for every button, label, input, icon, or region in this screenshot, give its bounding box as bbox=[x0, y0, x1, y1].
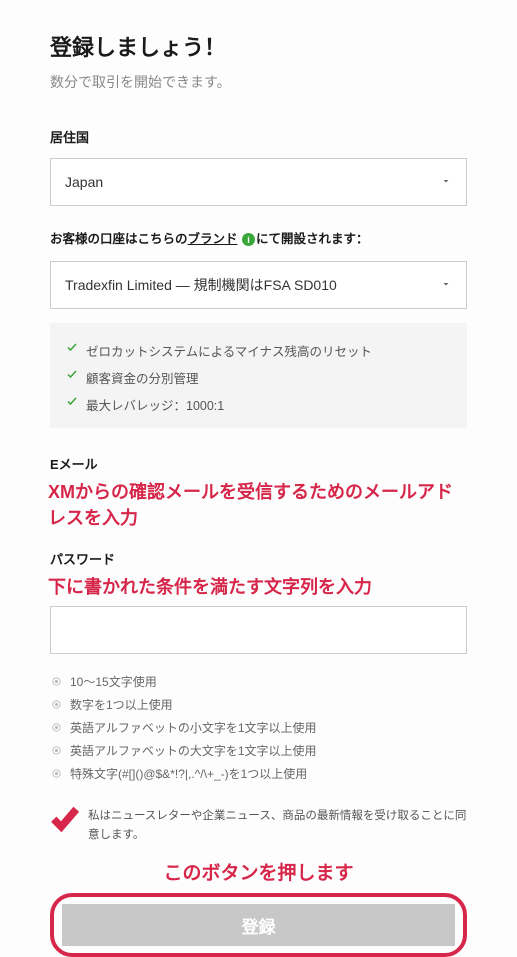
cta-annotation: このボタンを押します bbox=[50, 858, 467, 885]
feature-item: ゼロカットシステムによるマイナス残高のリセット bbox=[66, 337, 451, 364]
brand-value: Tradexfin Limited — 規制機関はFSA SD010 bbox=[65, 275, 337, 295]
password-rules: 10～15文字使用 数字を1つ以上使用 英語アルファベットの小文字を1文字以上使… bbox=[50, 670, 467, 785]
brand-select[interactable]: Tradexfin Limited — 規制機関はFSA SD010 bbox=[50, 261, 467, 309]
brand-label-post: にて開設されます： bbox=[256, 232, 369, 246]
page-subtitle: 数分で取引を開始できます。 bbox=[50, 72, 467, 92]
rule-text: 英語アルファベットの大文字を1文字以上使用 bbox=[70, 742, 317, 759]
consent-text: 私はニュースレターや企業ニュース、商品の最新情報を受け取ることに同意します。 bbox=[88, 807, 467, 844]
rule-text: 10～15文字使用 bbox=[70, 673, 157, 690]
rule-text: 数字を1つ以上使用 bbox=[70, 696, 173, 713]
password-rule: 10～15文字使用 bbox=[50, 670, 467, 693]
consent-row: 私はニュースレターや企業ニュース、商品の最新情報を受け取ることに同意します。 bbox=[50, 807, 467, 844]
cta-highlight: 登録 bbox=[50, 893, 467, 957]
brand-label: お客様の口座はこちらのブランド iにて開設されます： bbox=[50, 228, 467, 247]
check-icon bbox=[66, 395, 78, 410]
country-field: 居住国 Japan bbox=[50, 127, 467, 206]
circle-icon bbox=[50, 676, 62, 688]
password-rule: 英語アルファベットの大文字を1文字以上使用 bbox=[50, 739, 467, 762]
page-title: 登録しましょう！ bbox=[50, 30, 467, 62]
country-label: 居住国 bbox=[50, 127, 467, 146]
brand-field: お客様の口座はこちらのブランド iにて開設されます： Tradexfin Lim… bbox=[50, 228, 467, 428]
register-button-label: 登録 bbox=[242, 913, 276, 938]
email-label: Eメール bbox=[50, 454, 467, 473]
country-select[interactable]: Japan bbox=[50, 158, 467, 206]
register-button[interactable]: 登録 bbox=[62, 904, 455, 946]
email-annotation: XMからの確認メールを受信するためのメールアドレスを入力 bbox=[48, 479, 467, 531]
circle-icon bbox=[50, 768, 62, 780]
feature-text: 最大レバレッジ：1000:1 bbox=[86, 395, 224, 414]
chevron-down-icon bbox=[440, 174, 452, 190]
feature-text: ゼロカットシステムによるマイナス残高のリセット bbox=[86, 341, 372, 360]
country-value: Japan bbox=[65, 174, 103, 190]
check-icon bbox=[66, 341, 78, 356]
info-icon[interactable]: i bbox=[242, 233, 255, 246]
rule-text: 特殊文字(#[]()@$&*!?|,.^/\+_-)を1つ以上使用 bbox=[70, 765, 307, 782]
chevron-down-icon bbox=[440, 277, 452, 293]
password-rule: 数字を1つ以上使用 bbox=[50, 693, 467, 716]
check-icon bbox=[66, 368, 78, 383]
password-label: パスワード bbox=[50, 549, 467, 568]
brand-link[interactable]: ブランド bbox=[188, 232, 238, 246]
password-rule: 特殊文字(#[]()@$&*!?|,.^/\+_-)を1つ以上使用 bbox=[50, 762, 467, 785]
feature-list: ゼロカットシステムによるマイナス残高のリセット 顧客資金の分別管理 最大レバレッ… bbox=[50, 323, 467, 428]
rule-text: 英語アルファベットの小文字を1文字以上使用 bbox=[70, 719, 317, 736]
brand-label-pre: お客様の口座はこちらの bbox=[50, 232, 188, 246]
password-annotation: 下に書かれた条件を満たす文字列を入力 bbox=[48, 574, 467, 600]
circle-icon bbox=[50, 722, 62, 734]
password-field: パスワード 下に書かれた条件を満たす文字列を入力 10～15文字使用 数字を1つ… bbox=[50, 549, 467, 785]
feature-item: 最大レバレッジ：1000:1 bbox=[66, 391, 451, 418]
password-rule: 英語アルファベットの小文字を1文字以上使用 bbox=[50, 716, 467, 739]
feature-text: 顧客資金の分別管理 bbox=[86, 368, 199, 387]
circle-icon bbox=[50, 699, 62, 711]
circle-icon bbox=[50, 745, 62, 757]
consent-check-icon[interactable] bbox=[50, 803, 80, 839]
password-input[interactable] bbox=[50, 606, 467, 654]
email-field: Eメール XMからの確認メールを受信するためのメールアドレスを入力 bbox=[50, 454, 467, 531]
feature-item: 顧客資金の分別管理 bbox=[66, 364, 451, 391]
